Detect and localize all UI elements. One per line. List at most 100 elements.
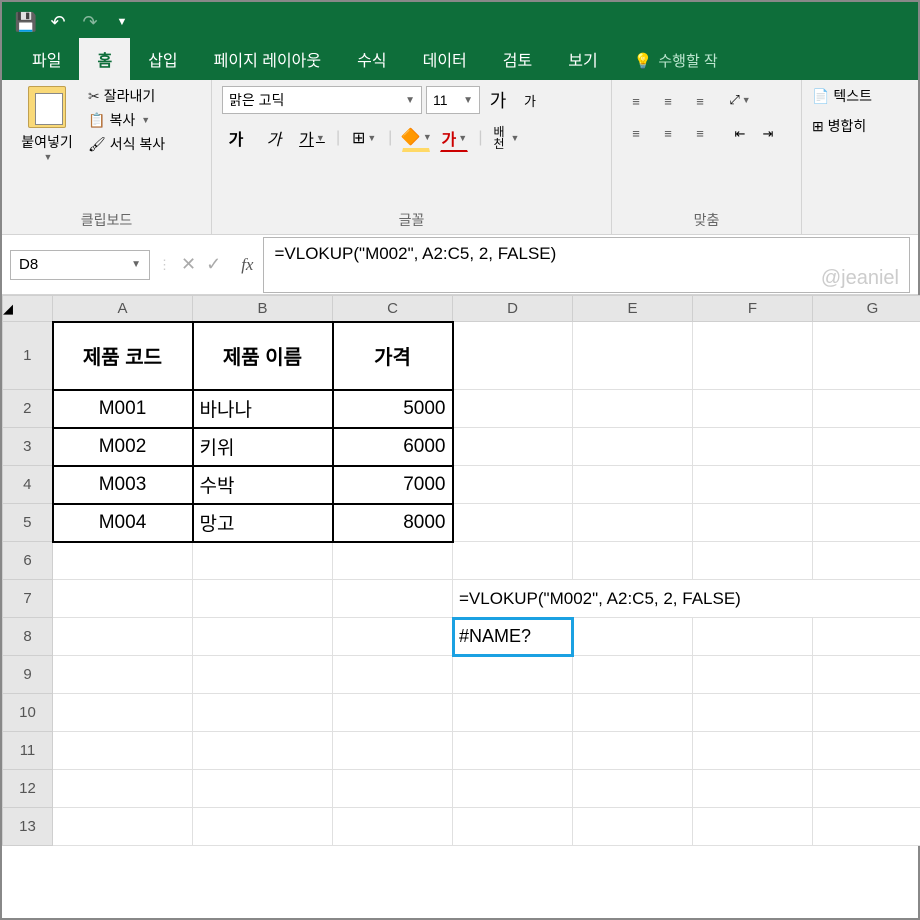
cell-f2[interactable]	[693, 390, 813, 428]
cell-b6[interactable]	[193, 542, 333, 580]
cell-c7[interactable]	[333, 580, 453, 618]
cell-g12[interactable]	[813, 770, 920, 808]
cell-f1[interactable]	[693, 322, 813, 390]
cell-b12[interactable]	[193, 770, 333, 808]
cell-a10[interactable]	[53, 694, 193, 732]
cell-a13[interactable]	[53, 808, 193, 846]
tab-home[interactable]: 홈	[79, 38, 130, 80]
col-header-f[interactable]: F	[693, 296, 813, 322]
row-header-6[interactable]: 6	[3, 542, 53, 580]
cell-a6[interactable]	[53, 542, 193, 580]
row-header-13[interactable]: 13	[3, 808, 53, 846]
spreadsheet-grid[interactable]: ◢ A B C D E F G 1 제품 코드 제품 이름 가격 2 M001 …	[2, 295, 918, 846]
select-all-corner[interactable]: ◢	[3, 296, 53, 322]
row-header-9[interactable]: 9	[3, 656, 53, 694]
row-header-10[interactable]: 10	[3, 694, 53, 732]
cell-c8[interactable]	[333, 618, 453, 656]
save-icon[interactable]: 💾	[10, 6, 42, 38]
fill-color-button[interactable]: 🔶▼	[402, 124, 430, 152]
cell-b8[interactable]	[193, 618, 333, 656]
cell-f9[interactable]	[693, 656, 813, 694]
cell-b9[interactable]	[193, 656, 333, 694]
tab-file[interactable]: 파일	[14, 38, 79, 80]
cancel-formula-icon[interactable]: ✕	[181, 254, 196, 275]
cell-b13[interactable]	[193, 808, 333, 846]
hanja-button[interactable]: 배천▼	[492, 124, 520, 152]
cell-b3[interactable]: 키위	[193, 428, 333, 466]
cell-d8-selected[interactable]: #NAME?	[453, 618, 573, 656]
underline-button[interactable]: 가▼	[298, 124, 326, 152]
cell-b1[interactable]: 제품 이름	[193, 322, 333, 390]
redo-icon[interactable]: ↷	[74, 6, 106, 38]
col-header-b[interactable]: B	[193, 296, 333, 322]
cell-e11[interactable]	[573, 732, 693, 770]
undo-icon[interactable]: ↶	[42, 6, 74, 38]
col-header-c[interactable]: C	[333, 296, 453, 322]
cell-f4[interactable]	[693, 466, 813, 504]
cell-g4[interactable]	[813, 466, 920, 504]
cell-c12[interactable]	[333, 770, 453, 808]
cell-a3[interactable]: M002	[53, 428, 193, 466]
qat-dropdown-icon[interactable]: ▼	[106, 6, 138, 38]
cell-e12[interactable]	[573, 770, 693, 808]
cell-g2[interactable]	[813, 390, 920, 428]
cell-c11[interactable]	[333, 732, 453, 770]
align-bottom-icon[interactable]: ≡	[686, 87, 714, 115]
row-header-1[interactable]: 1	[3, 322, 53, 390]
cell-d7[interactable]: =VLOKUP("M002", A2:C5, 2, FALSE)	[453, 580, 920, 618]
cut-button[interactable]: ✂ 잘라내기	[88, 86, 165, 106]
wrap-text-button[interactable]: 📄 텍스트	[812, 86, 908, 106]
cell-e10[interactable]	[573, 694, 693, 732]
tab-layout[interactable]: 페이지 레이아웃	[196, 38, 340, 80]
grow-font-button[interactable]: 가	[484, 86, 512, 114]
cell-d10[interactable]	[453, 694, 573, 732]
cell-c2[interactable]: 5000	[333, 390, 453, 428]
row-header-3[interactable]: 3	[3, 428, 53, 466]
cell-d2[interactable]	[453, 390, 573, 428]
cell-d6[interactable]	[453, 542, 573, 580]
formula-bar[interactable]: =VLOKUP("M002", A2:C5, 2, FALSE) @jeanie…	[263, 237, 910, 293]
row-header-5[interactable]: 5	[3, 504, 53, 542]
cell-c5[interactable]: 8000	[333, 504, 453, 542]
cell-e1[interactable]	[573, 322, 693, 390]
cell-e6[interactable]	[573, 542, 693, 580]
cell-f10[interactable]	[693, 694, 813, 732]
cell-g10[interactable]	[813, 694, 920, 732]
cell-e9[interactable]	[573, 656, 693, 694]
font-size-combo[interactable]: 11▼	[426, 86, 480, 114]
align-left-icon[interactable]: ≡	[622, 119, 650, 147]
cell-d4[interactable]	[453, 466, 573, 504]
cell-c6[interactable]	[333, 542, 453, 580]
col-header-g[interactable]: G	[813, 296, 920, 322]
row-header-11[interactable]: 11	[3, 732, 53, 770]
cell-b11[interactable]	[193, 732, 333, 770]
cell-a11[interactable]	[53, 732, 193, 770]
cell-d5[interactable]	[453, 504, 573, 542]
indent-decrease-button[interactable]: ⇤	[726, 120, 754, 148]
cell-c3[interactable]: 6000	[333, 428, 453, 466]
cell-g3[interactable]	[813, 428, 920, 466]
tab-tell-me[interactable]: 💡수행할 작	[616, 41, 736, 80]
cell-e8[interactable]	[573, 618, 693, 656]
cell-c10[interactable]	[333, 694, 453, 732]
cell-d13[interactable]	[453, 808, 573, 846]
cell-b7[interactable]	[193, 580, 333, 618]
cell-c1[interactable]: 가격	[333, 322, 453, 390]
orientation-button[interactable]: ⤢▼	[726, 86, 754, 114]
cell-d11[interactable]	[453, 732, 573, 770]
cell-a1[interactable]: 제품 코드	[53, 322, 193, 390]
cell-g6[interactable]	[813, 542, 920, 580]
col-header-e[interactable]: E	[573, 296, 693, 322]
cell-g1[interactable]	[813, 322, 920, 390]
cell-a5[interactable]: M004	[53, 504, 193, 542]
cell-b5[interactable]: 망고	[193, 504, 333, 542]
name-box[interactable]: D8▼	[10, 250, 150, 280]
font-name-combo[interactable]: 맑은 고딕▼	[222, 86, 422, 114]
cell-a4[interactable]: M003	[53, 466, 193, 504]
cell-g13[interactable]	[813, 808, 920, 846]
italic-button[interactable]: 가	[260, 124, 288, 152]
fx-icon[interactable]: fx	[231, 255, 263, 275]
enter-formula-icon[interactable]: ✓	[206, 254, 221, 275]
tab-view[interactable]: 보기	[550, 38, 615, 80]
align-top-icon[interactable]: ≡	[622, 87, 650, 115]
